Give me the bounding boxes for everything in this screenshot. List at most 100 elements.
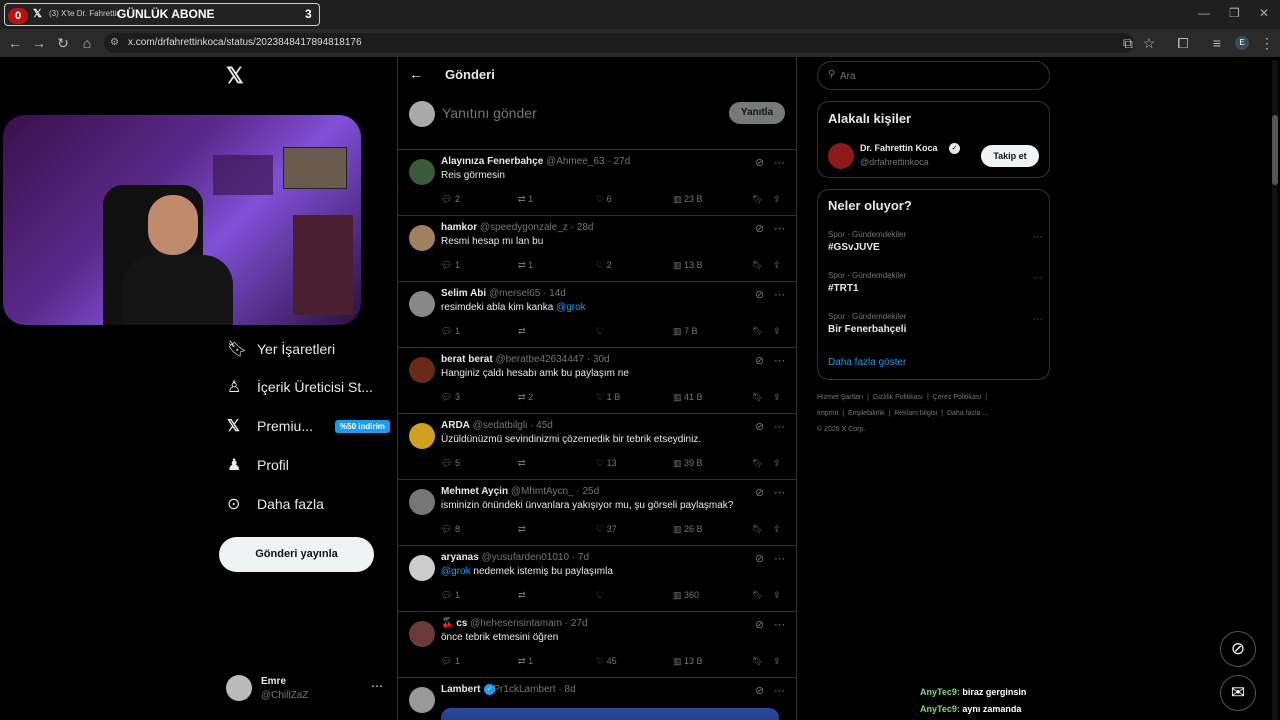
extensions-icon[interactable]: ⧠ xyxy=(1175,35,1191,52)
reply-action[interactable]: 💬︎ 1 xyxy=(441,656,460,667)
avatar[interactable] xyxy=(409,621,435,647)
more-dots-icon[interactable]: ⋯ xyxy=(774,618,785,631)
tweet-time[interactable]: · 28d xyxy=(571,222,594,233)
avatar[interactable] xyxy=(409,357,435,383)
author-name[interactable]: hamkor xyxy=(441,222,477,233)
more-dots-icon[interactable]: ⋯ xyxy=(774,222,785,235)
tweet-image[interactable] xyxy=(441,708,779,720)
avatar[interactable] xyxy=(409,555,435,581)
like-action[interactable]: ♡ 1 B xyxy=(596,392,620,403)
tweet-time[interactable]: · 27d xyxy=(607,156,630,167)
messages-button[interactable]: ✉ xyxy=(1220,675,1256,711)
url-field[interactable]: ⚙ x.com/drfahrettinkoca/status/202384841… xyxy=(104,33,1134,53)
grok-icon[interactable]: ⊘ xyxy=(755,156,764,169)
tweet[interactable]: ARDA @sedatbilgli · 45d ⊘ ⋯ Üzüldünüzmü sev… xyxy=(398,414,796,480)
reply-button[interactable]: Yanıtla xyxy=(729,102,785,124)
more-dots-icon[interactable]: ⋯ xyxy=(774,156,785,169)
retweet-action[interactable]: ⇄ 1 xyxy=(518,260,533,271)
trend-item[interactable]: Spor · Gündemdekiler #TRT1 ⋯ xyxy=(828,271,1043,294)
share-icon[interactable]: ⇪ xyxy=(773,392,781,403)
footer-link[interactable]: Reklam bilgisi xyxy=(894,410,937,417)
mention-link[interactable]: @grok xyxy=(556,302,586,313)
author-handle[interactable]: @MhmtAycn_ xyxy=(511,486,574,497)
sidebar-item-premium[interactable]: 𝕏 Premiu... %50 indirim xyxy=(227,414,390,438)
tweet-time[interactable]: · 45d xyxy=(530,420,553,431)
author-name[interactable]: Mehmet Ayçin xyxy=(441,486,508,497)
bookmark-icon[interactable]: 🔖︎ xyxy=(752,194,763,205)
bookmark-icon[interactable]: 🔖︎ xyxy=(752,458,763,469)
bookmark-icon[interactable]: 🔖︎ xyxy=(752,326,763,337)
share-icon[interactable]: ⇪ xyxy=(773,326,781,337)
like-action[interactable]: ♡ 45 xyxy=(596,656,617,667)
tweet-time[interactable]: · 27d xyxy=(565,618,588,629)
sidebar-item-profile[interactable]: ♟ Profil xyxy=(227,453,289,477)
author-name[interactable]: berat berat xyxy=(441,354,493,365)
search-input[interactable]: Ara xyxy=(840,71,856,82)
share-icon[interactable]: ⇪ xyxy=(773,458,781,469)
author-handle[interactable]: @mersel65 xyxy=(489,288,540,299)
more-dots-icon[interactable]: ⋯ xyxy=(1033,273,1043,284)
footer-link[interactable]: Hizmet Şartları xyxy=(817,394,863,401)
profile-avatar[interactable]: E xyxy=(1235,36,1249,50)
more-dots-icon[interactable]: ⋯ xyxy=(774,420,785,433)
views-action[interactable]: ▥ 39 B xyxy=(673,458,703,469)
like-action[interactable]: ♡ xyxy=(596,590,604,601)
install-icon[interactable]: ⧉ xyxy=(1120,35,1136,52)
author-name[interactable]: Alayınıza Fenerbahçe xyxy=(441,156,543,167)
tweet[interactable]: Lambert @Pr1ckLambert · 8d ⊘ ⋯ ✓ xyxy=(398,678,796,720)
reply-action[interactable]: 💬︎ 5 xyxy=(441,458,460,469)
like-action[interactable]: ♡ 6 xyxy=(596,194,612,205)
reading-list-icon[interactable]: ≡ xyxy=(1209,35,1225,51)
sidebar-item-creator-studio[interactable]: ♙ İçerik Üreticisi St... xyxy=(227,375,373,399)
site-info-icon[interactable]: ⚙ xyxy=(110,33,119,53)
footer-link[interactable]: Çerez Politikası xyxy=(933,394,982,401)
grok-icon[interactable]: ⊘ xyxy=(755,354,764,367)
post-button[interactable]: Gönderi yayınla xyxy=(219,537,374,572)
tweet-time[interactable]: · 8d xyxy=(558,684,575,695)
tweet[interactable]: Selim Abi @mersel65 · 14d ⊘ ⋯ resimdeki abl… xyxy=(398,282,796,348)
forward-icon[interactable]: → xyxy=(31,35,47,51)
more-dots-icon[interactable]: ⋯ xyxy=(774,486,785,499)
author-name[interactable]: Lambert xyxy=(441,684,480,695)
account-switcher[interactable]: Emre @ChillZaZ ⋯ xyxy=(226,675,386,705)
tweet-time[interactable]: · 30d xyxy=(587,354,610,365)
more-dots-icon[interactable]: ⋯ xyxy=(371,679,383,693)
avatar[interactable] xyxy=(409,423,435,449)
retweet-action[interactable]: ⇄ xyxy=(518,524,526,535)
reply-action[interactable]: 💬︎ 1 xyxy=(441,590,460,601)
like-action[interactable]: ♡ 37 xyxy=(596,524,617,535)
mention-link[interactable]: @grok xyxy=(441,566,471,577)
sidebar-item-more[interactable]: ⊙ Daha fazla xyxy=(227,492,324,516)
more-dots-icon[interactable]: ⋯ xyxy=(774,288,785,301)
tweet[interactable]: Alayınıza Fenerbahçe @Ahmee_63 · 27d ⊘ ⋯ Re… xyxy=(398,150,796,216)
trend-item[interactable]: Spor · Gündemdekiler #GSvJUVE ⋯ xyxy=(828,230,1043,253)
grok-icon[interactable]: ⊘ xyxy=(755,618,764,631)
close-icon[interactable]: ✕ xyxy=(1259,6,1269,20)
footer-link[interactable]: Imprint xyxy=(817,410,838,417)
footer-link[interactable]: Daha fazla ... xyxy=(947,410,988,417)
reply-input[interactable]: Yanıtını gönder xyxy=(442,105,537,121)
like-action[interactable]: ♡ 13 xyxy=(596,458,617,469)
back-arrow-icon[interactable]: ← xyxy=(409,66,423,82)
show-more-link[interactable]: Daha fazla göster xyxy=(828,357,906,368)
avatar[interactable] xyxy=(409,687,435,713)
views-action[interactable]: ▥ 13 B xyxy=(673,656,703,667)
trend-item[interactable]: Spor · Gündemdekiler Bir Fenerbahçeli ⋯ xyxy=(828,312,1043,335)
avatar[interactable] xyxy=(409,489,435,515)
reply-action[interactable]: 💬︎ 1 xyxy=(441,326,460,337)
reply-action[interactable]: 💬︎ 8 xyxy=(441,524,460,535)
grok-icon[interactable]: ⊘ xyxy=(755,486,764,499)
more-dots-icon[interactable]: ⋯ xyxy=(774,684,785,697)
views-action[interactable]: ▥ 41 B xyxy=(673,392,703,403)
bookmark-icon[interactable]: 🔖︎ xyxy=(752,590,763,601)
bookmark-icon[interactable]: 🔖︎ xyxy=(752,392,763,403)
tweet[interactable]: berat berat @beratbe42634447 · 30d ⊘ ⋯ Hang… xyxy=(398,348,796,414)
tweet[interactable]: aryanas @yusufarden01010 · 7d ⊘ ⋯ @grok ned… xyxy=(398,546,796,612)
more-dots-icon[interactable]: ⋯ xyxy=(1033,232,1043,243)
bookmark-star-icon[interactable]: ☆ xyxy=(1141,35,1157,52)
back-icon[interactable]: ← xyxy=(7,35,23,51)
views-action[interactable]: ▥ 360 xyxy=(673,590,699,601)
like-action[interactable]: ♡ xyxy=(596,326,604,337)
maximize-icon[interactable]: ❐ xyxy=(1229,6,1240,20)
reply-action[interactable]: 💬︎ 2 xyxy=(441,194,460,205)
